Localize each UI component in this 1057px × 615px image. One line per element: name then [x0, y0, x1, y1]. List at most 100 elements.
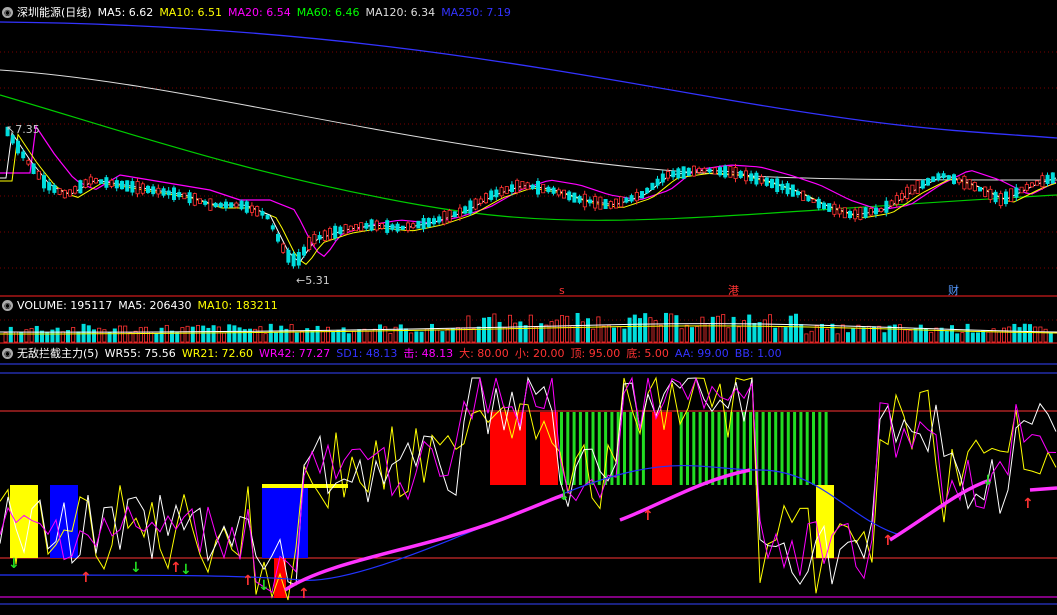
- volume-bar: [133, 330, 138, 343]
- indicator-value-9: AA: 99.00: [674, 347, 729, 360]
- candlestick: [764, 177, 769, 186]
- volume-bar: [471, 328, 476, 343]
- volume-bar: [908, 329, 913, 343]
- volume-bar: [835, 333, 840, 343]
- candlestick: [905, 186, 910, 200]
- candlestick: [1019, 186, 1024, 194]
- candlestick: [353, 224, 358, 232]
- volume-bar: [102, 329, 107, 343]
- volume-bar: [336, 329, 341, 343]
- indicator-value-1: WR21: 72.60: [181, 347, 254, 360]
- candlestick: [359, 222, 364, 232]
- candlestick: [530, 184, 535, 190]
- candlestick: [125, 180, 130, 192]
- indicator-title: 无敌拦截主力(5): [17, 347, 99, 360]
- signal-stripe-green: [585, 412, 589, 485]
- volume-bar: [622, 328, 627, 343]
- candlestick: [577, 195, 582, 203]
- candlestick: [99, 179, 104, 184]
- price-indicator-1: MA10: 6.51: [159, 5, 223, 19]
- volume-bar: [773, 327, 778, 343]
- volume-bar: [112, 328, 117, 343]
- candlestick: [151, 186, 156, 195]
- candlestick: [1050, 172, 1055, 184]
- price-indicator-3: MA60: 6.46: [296, 5, 360, 19]
- volume-bar: [414, 331, 419, 343]
- volume-bar: [549, 321, 554, 343]
- volume-bar: [554, 319, 559, 343]
- volume-bar: [965, 323, 970, 343]
- candlestick: [998, 193, 1003, 207]
- volume-bar: [887, 325, 892, 343]
- volume-bar: [227, 324, 232, 343]
- volume-bar: [1043, 328, 1048, 343]
- indicator-value-0: WR55: 75.56: [104, 347, 176, 360]
- candlestick: [728, 166, 733, 178]
- volume-bar: [518, 321, 523, 343]
- volume-bar: [273, 332, 278, 343]
- volume-bar: [481, 317, 486, 343]
- volume-bar: [757, 322, 762, 343]
- volume-bar: [440, 331, 445, 343]
- panel-menu-icon[interactable]: ◉: [2, 6, 13, 18]
- candlestick: [47, 182, 52, 191]
- panel-menu-icon[interactable]: ◉: [2, 299, 13, 311]
- candlestick: [957, 178, 962, 184]
- candlestick: [692, 165, 697, 177]
- candlestick: [213, 202, 218, 208]
- candlestick: [21, 151, 26, 159]
- candlestick: [229, 202, 234, 208]
- volume-bar: [924, 328, 929, 343]
- candlestick: [31, 163, 36, 175]
- volume-bar: [97, 327, 102, 343]
- panel-menu-icon[interactable]: ◉: [2, 347, 13, 359]
- candlestick: [1035, 180, 1040, 186]
- candlestick: [816, 198, 821, 209]
- candlestick: [1014, 187, 1019, 198]
- volume-bar: [289, 324, 294, 343]
- volume-bar: [8, 326, 13, 343]
- volume-bar: [424, 328, 429, 343]
- candlestick: [145, 185, 150, 193]
- candlestick: [572, 192, 577, 203]
- volume-bar: [211, 325, 216, 343]
- signal-stripe-green: [780, 412, 784, 485]
- buy-arrow-icon: ↑: [298, 586, 310, 602]
- candlestick: [962, 175, 967, 190]
- volume-bar: [268, 323, 273, 343]
- signal-stripe-green: [793, 412, 797, 485]
- event-marker-cai[interactable]: 财: [948, 282, 959, 298]
- candlestick: [161, 188, 166, 196]
- candlestick: [140, 183, 145, 194]
- event-marker-gang[interactable]: 港: [728, 282, 739, 298]
- candlestick: [790, 184, 795, 197]
- candlestick: [171, 187, 176, 200]
- sell-arrow-icon: ↓: [130, 560, 142, 576]
- indicator-value-2: WR42: 77.27: [259, 347, 331, 360]
- volume-bar: [40, 330, 45, 343]
- candlestick: [582, 193, 587, 208]
- volume-bar: [1002, 327, 1007, 343]
- candlestick: [234, 202, 239, 208]
- candlestick: [567, 191, 572, 201]
- price-indicator-0: MA5: 6.62: [97, 5, 154, 19]
- volume-bar: [809, 330, 814, 343]
- event-marker-s[interactable]: s: [559, 284, 565, 297]
- signal-stripe-green: [717, 412, 721, 485]
- volume-bar: [258, 326, 263, 343]
- indicator-value-10: BB: 1.00: [734, 347, 782, 360]
- volume-bar: [185, 325, 190, 343]
- candlestick: [967, 179, 972, 190]
- candlestick: [624, 197, 629, 203]
- volume-bar: [159, 327, 164, 343]
- volume-bar: [294, 332, 299, 343]
- volume-bar: [1012, 323, 1017, 343]
- price-high-label: ↖7.35: [6, 123, 40, 136]
- volume-bar: [731, 316, 736, 343]
- volume-bar: [586, 318, 591, 343]
- candlestick: [738, 171, 743, 178]
- candlestick: [120, 180, 125, 190]
- stock-title: 深圳能源(日线): [17, 6, 92, 19]
- candlestick: [993, 191, 998, 203]
- candlestick: [317, 235, 322, 240]
